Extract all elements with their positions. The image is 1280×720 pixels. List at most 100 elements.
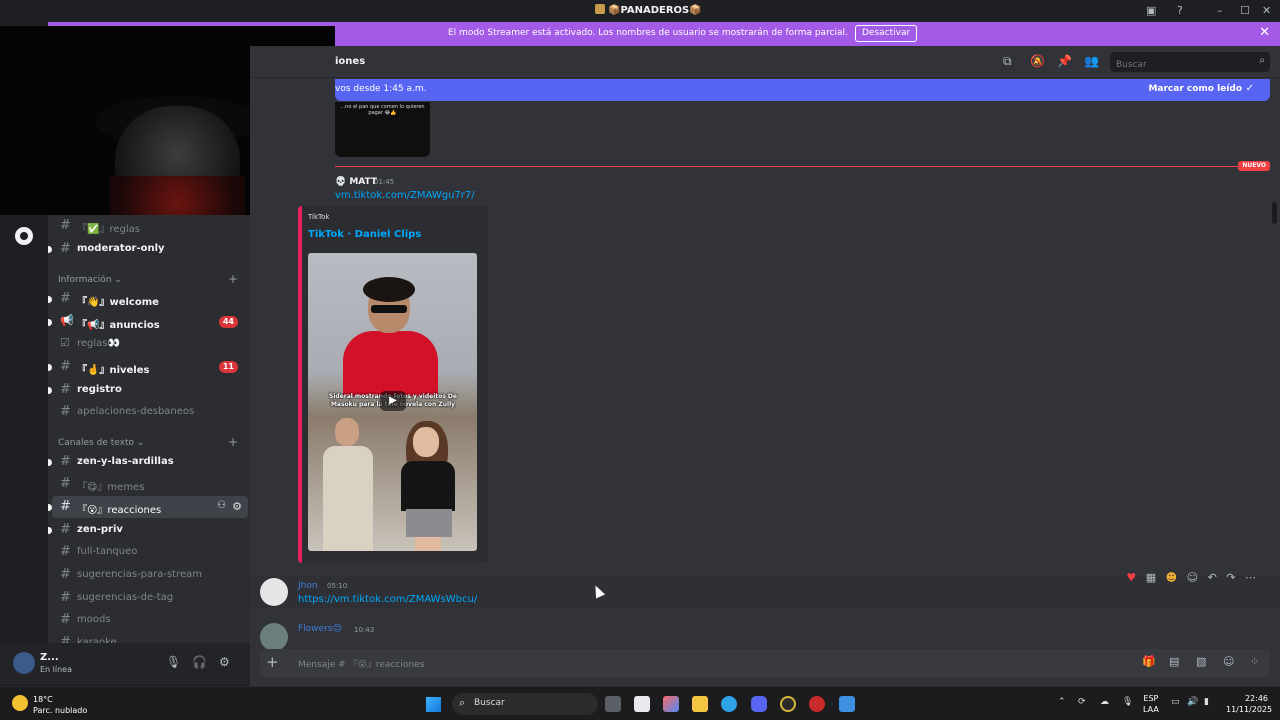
search-input[interactable] <box>1110 56 1250 74</box>
app-icon[interactable] <box>780 696 796 712</box>
inbox-icon[interactable]: ▣ <box>1146 4 1156 17</box>
channel-memes[interactable]: # 『😋』memes <box>48 473 244 495</box>
gif-icon[interactable]: ▤ <box>1169 655 1179 668</box>
app-icon[interactable] <box>839 696 855 712</box>
reply-icon[interactable]: ↶ <box>1208 571 1217 584</box>
file-explorer-icon[interactable] <box>692 696 708 712</box>
channel-title: iones <box>335 56 366 67</box>
maximize-button[interactable]: ☐ <box>1240 4 1250 17</box>
discover-icon[interactable] <box>15 227 33 245</box>
clock[interactable]: 22:46 11/11/2025 <box>1226 693 1272 715</box>
play-icon[interactable]: ▶ <box>380 391 406 411</box>
add-channel-icon[interactable]: + <box>228 435 238 449</box>
unread-indicator <box>48 319 52 326</box>
close-banner-icon[interactable]: ✕ <box>1259 25 1270 40</box>
gear-icon[interactable]: ⚙ <box>232 500 242 513</box>
apps-icon[interactable]: ⁘ <box>1250 655 1259 668</box>
channel-moods[interactable]: # moods <box>48 609 244 631</box>
more-options-icon[interactable]: ⋯ <box>1245 571 1256 584</box>
weather-icon[interactable] <box>12 695 28 711</box>
category-canales-de-texto[interactable]: Canales de texto ⌄ <box>58 438 144 448</box>
mark-as-read-button[interactable]: Marcar como leído <box>1148 84 1242 94</box>
weather-widget[interactable]: 18°C Parc. nublado <box>33 694 87 716</box>
hash-icon: # <box>60 241 71 256</box>
channel-niveles[interactable]: # 『🤞』niveles 11 <box>48 356 244 378</box>
store-icon[interactable] <box>634 696 650 712</box>
heart-reaction-icon[interactable]: ♥ <box>1126 571 1136 584</box>
channel-zen-y-las-ardillas[interactable]: # zen-y-las-ardillas <box>48 451 244 473</box>
channel-sugerencias-de-tag[interactable]: # sugerencias-de-tag <box>48 587 244 609</box>
forward-icon[interactable]: ↷ <box>1226 571 1235 584</box>
channel-name: 『😮』reacciones <box>77 505 162 516</box>
channel-reglas-rules[interactable]: ☑ reglas👀 <box>48 333 244 355</box>
members-icon[interactable]: 👥 <box>1084 54 1099 68</box>
message-composer[interactable]: + Mensaje # 『😮』reacciones 🎁 ▤ ▧ ☺ ⁘ <box>260 649 1270 677</box>
message-link[interactable]: https://vm.tiktok.com/ZMAWsWbcu/ <box>298 594 477 605</box>
app-icon[interactable] <box>809 696 825 712</box>
channel-apelaciones[interactable]: # apelaciones-desbaneos <box>48 401 244 423</box>
sticker-reaction-icon[interactable]: ▦ <box>1146 571 1156 584</box>
channel-sugerencias-para-stream[interactable]: # sugerencias-para-stream <box>48 564 244 586</box>
message-author[interactable]: Jhon <box>298 581 318 591</box>
minimize-button[interactable]: – <box>1217 4 1223 17</box>
webcam-scarf <box>110 176 245 215</box>
gift-icon[interactable]: 🎁 <box>1142 655 1156 668</box>
headphones-icon[interactable]: 🎧 <box>192 655 207 669</box>
volume-icon[interactable]: 🔊 <box>1187 697 1198 707</box>
mention-badge: 44 <box>218 316 238 328</box>
avatar[interactable] <box>260 578 288 606</box>
sticker-icon[interactable]: ▧ <box>1196 655 1206 668</box>
category-informacion[interactable]: Información ⌄ <box>58 275 122 285</box>
pin-icon[interactable]: 📌 <box>1057 54 1072 68</box>
mark-read-icon[interactable]: ✓ <box>1246 83 1254 94</box>
battery-icon[interactable]: ▮ <box>1204 697 1209 707</box>
invite-icon[interactable]: ⚇ <box>217 500 226 511</box>
previous-image-attachment[interactable]: ...no el pan que comen lo quieren pagar … <box>335 102 430 157</box>
task-view-icon[interactable] <box>605 696 621 712</box>
laugh-reaction-icon[interactable]: ☻ <box>1166 571 1177 584</box>
sync-icon[interactable]: ⟳ <box>1078 697 1086 707</box>
tray-expand-icon[interactable]: ⌃ <box>1058 697 1066 707</box>
channel-registro[interactable]: # registro <box>48 379 244 401</box>
close-window-button[interactable]: ✕ <box>1262 4 1271 17</box>
windows-taskbar: 18°C Parc. nublado ⌕ Buscar ⌃ ⟳ ☁ 🎙 ESP … <box>0 686 1280 720</box>
language-indicator[interactable]: ESP LAA <box>1143 693 1159 715</box>
channel-welcome[interactable]: # 『👋』welcome <box>48 288 244 310</box>
threads-icon[interactable]: ⧉ <box>1003 54 1012 69</box>
new-messages-bar[interactable]: vos desde 1:45 a.m. Marcar como leído ✓ <box>335 79 1270 101</box>
channel-anuncios[interactable]: 📢 『📢』anuncios 44 <box>48 311 244 333</box>
microphone-icon[interactable]: 🎙 <box>166 655 181 669</box>
channel-moderator-only[interactable]: # moderator-only <box>48 238 244 260</box>
discord-icon[interactable] <box>751 696 767 712</box>
taskbar-search[interactable]: ⌕ Buscar <box>452 693 598 715</box>
embed-title[interactable]: TikTok · Daniel Clips <box>308 229 421 240</box>
emoji-icon[interactable]: ☺ <box>1223 655 1234 668</box>
hash-icon: # <box>60 291 71 306</box>
notifications-muted-icon[interactable]: 🔕 <box>1030 54 1045 68</box>
settings-gear-icon[interactable]: ⚙ <box>219 655 230 669</box>
add-reaction-icon[interactable]: ☺ <box>1187 571 1198 584</box>
start-button[interactable] <box>426 697 441 712</box>
edge-icon[interactable] <box>721 696 737 712</box>
search-box[interactable]: ⌕ <box>1110 52 1270 74</box>
avatar[interactable] <box>260 623 288 651</box>
cloud-icon[interactable]: ☁ <box>1100 697 1109 707</box>
deactivate-streamer-button[interactable]: Desactivar <box>855 25 918 42</box>
channel-reacciones[interactable]: # 『😮』reacciones ⚇ ⚙ <box>48 496 248 518</box>
channel-full-tanqueo[interactable]: # full-tanqueo <box>48 541 244 563</box>
help-icon[interactable]: ? <box>1177 4 1183 17</box>
message-link[interactable]: vm.tiktok.com/ZMAWgu7r7/ <box>335 190 475 201</box>
channel-karaoke[interactable]: # karaoke <box>48 632 244 643</box>
microphone-icon[interactable]: 🎙 <box>1122 697 1133 707</box>
channel-zen-priv[interactable]: # zen-priv <box>48 519 244 541</box>
message-author[interactable]: Flowers😊 <box>298 624 342 634</box>
channel-reglas[interactable]: # 『✅』reglas <box>48 215 244 237</box>
add-channel-icon[interactable]: + <box>228 272 238 286</box>
network-icon[interactable]: ▭ <box>1171 697 1180 707</box>
embed-thumbnail[interactable]: Sideral mostrando fotos y videitos De Ma… <box>308 253 477 551</box>
avatar[interactable] <box>13 652 35 674</box>
message-author[interactable]: 💀 MATT <box>335 177 377 187</box>
scrollbar[interactable] <box>1272 202 1277 224</box>
copilot-icon[interactable] <box>663 696 679 712</box>
add-attachment-icon[interactable]: + <box>266 653 279 671</box>
